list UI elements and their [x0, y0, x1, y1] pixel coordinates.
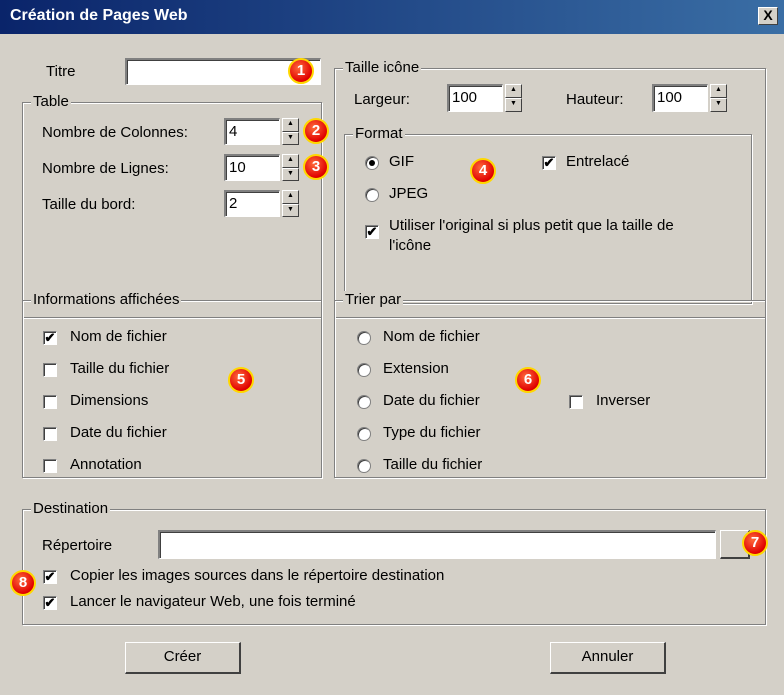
original-checkbox[interactable]: ✔: [365, 225, 379, 239]
spin-up-icon[interactable]: ▲: [282, 190, 299, 204]
info-checkbox[interactable]: [43, 395, 57, 409]
check-icon: ✔: [44, 569, 56, 584]
callout-badge: 4: [470, 158, 496, 184]
informations-legend: Informations affichées: [31, 291, 182, 308]
trier-legend: Trier par: [343, 291, 404, 308]
bord-spinner[interactable]: ▲ ▼: [282, 190, 299, 217]
callout-badge: 2: [303, 118, 329, 144]
gif-radio[interactable]: [365, 156, 379, 170]
lignes-label: Nombre de Lignes:: [42, 160, 169, 177]
colonnes-label: Nombre de Colonnes:: [42, 124, 188, 141]
original-label-line1: Utiliser l'original si plus petit que la…: [389, 217, 674, 234]
table-legend: Table: [31, 93, 71, 110]
info-checkbox[interactable]: [43, 363, 57, 377]
trier-label: Nom de fichier: [383, 328, 480, 345]
callout-badge: 3: [303, 154, 329, 180]
check-icon: ✔: [44, 330, 56, 345]
dialog-body: Titre Table Nombre de Colonnes: 4 ▲ ▼ Nom…: [0, 34, 784, 695]
annuler-button[interactable]: Annuler: [550, 642, 666, 674]
check-icon: ✔: [44, 595, 56, 610]
info-checkbox[interactable]: [43, 427, 57, 441]
jpeg-label: JPEG: [389, 185, 429, 202]
callout-badge: 7: [742, 530, 768, 556]
callout-badge: 5: [228, 367, 254, 393]
trier-label: Type du fichier: [383, 424, 481, 441]
hauteur-label: Hauteur:: [566, 91, 624, 108]
spin-down-icon[interactable]: ▼: [282, 203, 299, 217]
close-button[interactable]: X: [758, 7, 778, 25]
info-label: Date du fichier: [70, 424, 167, 441]
close-icon: X: [763, 7, 773, 23]
hauteur-input[interactable]: 100: [652, 84, 708, 112]
trier-radio[interactable]: [357, 395, 371, 409]
spin-down-icon[interactable]: ▼: [505, 98, 522, 112]
lancer-checkbox[interactable]: ✔: [43, 596, 57, 610]
trier-radio[interactable]: [357, 331, 371, 345]
repertoire-label: Répertoire: [42, 537, 113, 554]
destination-legend: Destination: [31, 500, 111, 517]
spin-down-icon[interactable]: ▼: [282, 167, 299, 181]
lignes-input[interactable]: 10: [224, 154, 280, 181]
format-legend: Format: [353, 125, 405, 142]
entrelace-label: Entrelacé: [566, 153, 630, 170]
largeur-input[interactable]: 100: [447, 84, 503, 112]
entrelace-checkbox[interactable]: ✔: [542, 156, 556, 170]
trier-radio[interactable]: [357, 459, 371, 473]
check-icon: ✔: [543, 155, 555, 170]
largeur-label: Largeur:: [354, 91, 410, 108]
trier-radio[interactable]: [357, 363, 371, 377]
jpeg-radio[interactable]: [365, 188, 379, 202]
window-title: Création de Pages Web: [10, 7, 188, 24]
inverser-label: Inverser: [596, 392, 651, 409]
copier-checkbox[interactable]: ✔: [43, 570, 57, 584]
informations-group: Informations affichées: [22, 291, 322, 478]
info-checkbox[interactable]: ✔: [43, 331, 57, 345]
trier-radio[interactable]: [357, 427, 371, 441]
callout-badge: 8: [10, 570, 36, 596]
lancer-label: Lancer le navigateur Web, une fois termi…: [70, 593, 356, 610]
trier-label: Date du fichier: [383, 392, 480, 409]
spin-down-icon[interactable]: ▼: [710, 98, 727, 112]
trier-group: Trier par: [334, 291, 766, 478]
spin-up-icon[interactable]: ▲: [710, 84, 727, 98]
copier-label: Copier les images sources dans le répert…: [70, 567, 445, 584]
info-label: Nom de fichier: [70, 328, 167, 345]
repertoire-input[interactable]: [158, 530, 716, 559]
trier-label: Extension: [383, 360, 449, 377]
spin-up-icon[interactable]: ▲: [282, 118, 299, 132]
title-bar: Création de Pages Web X: [0, 0, 784, 34]
check-icon: ✔: [366, 224, 378, 239]
titre-label: Titre: [46, 63, 76, 80]
callout-badge: 1: [288, 58, 314, 84]
gif-label: GIF: [389, 153, 414, 170]
creer-button[interactable]: Créer: [125, 642, 241, 674]
info-label: Taille du fichier: [70, 360, 170, 377]
largeur-spinner[interactable]: ▲ ▼: [505, 84, 522, 112]
original-label-line2: l'icône: [389, 237, 432, 254]
lignes-spinner[interactable]: ▲ ▼: [282, 154, 299, 181]
colonnes-input[interactable]: 4: [224, 118, 280, 145]
spin-up-icon[interactable]: ▲: [282, 154, 299, 168]
callout-badge: 6: [515, 367, 541, 393]
taille-icone-legend: Taille icône: [343, 59, 422, 76]
info-label: Dimensions: [70, 392, 149, 409]
colonnes-spinner[interactable]: ▲ ▼: [282, 118, 299, 145]
trier-label: Taille du fichier: [383, 456, 483, 473]
spin-up-icon[interactable]: ▲: [505, 84, 522, 98]
info-label: Annotation: [70, 456, 142, 473]
info-checkbox[interactable]: [43, 459, 57, 473]
spin-down-icon[interactable]: ▼: [282, 131, 299, 145]
hauteur-spinner[interactable]: ▲ ▼: [710, 84, 727, 112]
inverser-checkbox[interactable]: [569, 395, 583, 409]
bord-input[interactable]: 2: [224, 190, 280, 217]
bord-label: Taille du bord:: [42, 196, 136, 213]
